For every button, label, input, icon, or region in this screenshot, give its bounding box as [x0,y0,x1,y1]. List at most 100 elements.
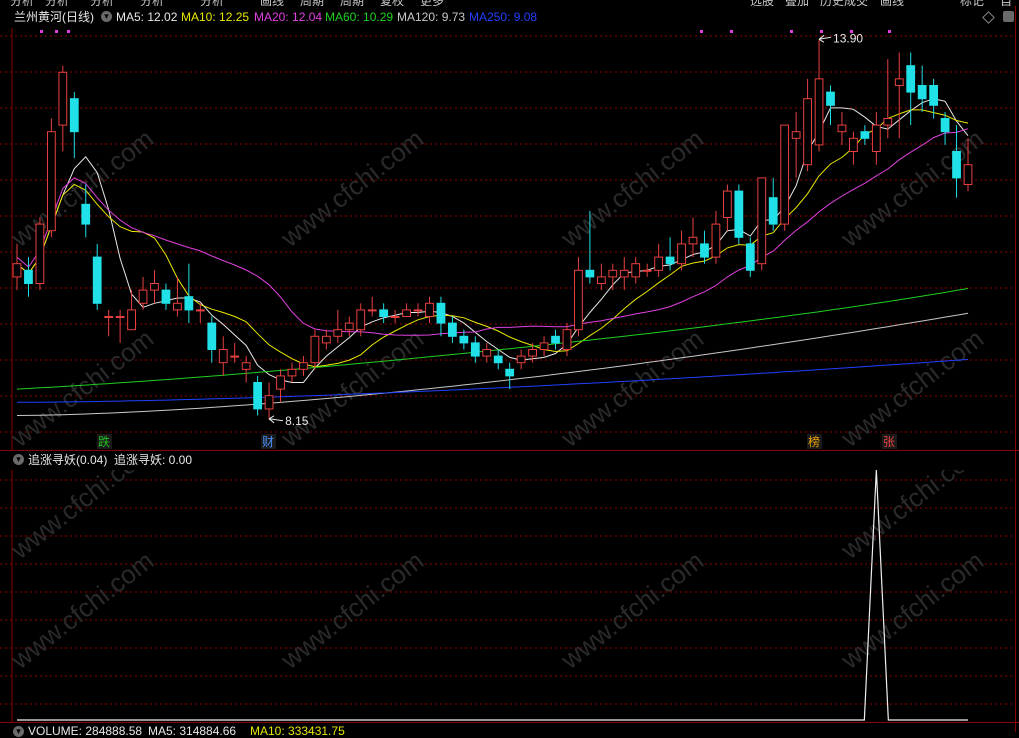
main-chart-header: 兰州黄河(日线) ▾ MA5: 12.02 MA10: 12.25 MA20: … [0,6,1019,28]
candle[interactable] [722,184,732,231]
event-flag[interactable]: 财 [262,435,274,449]
candle-body-down [379,309,389,317]
candle[interactable] [264,382,274,419]
candle[interactable] [757,177,767,271]
candle[interactable] [711,210,721,264]
candle[interactable] [310,329,320,370]
candle[interactable] [894,52,904,139]
ma5-label: MA5: 12.02 [116,10,178,24]
event-flag[interactable]: 榜 [808,434,820,449]
candle-body-up [104,316,114,318]
candle[interactable] [849,131,858,165]
candle[interactable] [12,243,22,291]
candle[interactable] [700,230,709,264]
candle-body-down [470,342,480,357]
candle[interactable] [241,356,251,383]
candle[interactable] [768,177,778,231]
candle[interactable] [470,336,480,363]
candle[interactable] [608,263,618,291]
candle[interactable] [104,309,114,337]
candle-body-up [871,124,881,152]
candle[interactable] [803,78,812,172]
candle[interactable] [493,349,503,370]
candle-body-up [963,164,973,185]
chevron-down-icon[interactable]: ▾ [13,454,24,465]
candle[interactable] [642,263,652,277]
candle[interactable] [379,303,389,324]
candle[interactable] [413,303,423,317]
candle[interactable] [35,217,45,291]
candle[interactable] [127,290,136,331]
candle-body-down [700,243,709,258]
candle[interactable] [516,349,526,370]
candle[interactable] [814,39,824,152]
candle[interactable] [906,52,916,126]
volume-ma10-label: MA10: 333431.75 [250,724,345,738]
candle[interactable] [631,257,641,284]
candle[interactable] [505,362,515,390]
candle-body-up [310,335,320,364]
candle[interactable] [482,342,492,363]
candle[interactable] [551,329,560,350]
candle[interactable] [253,375,263,416]
candle[interactable] [161,283,171,310]
candle[interactable] [688,217,698,258]
candle[interactable] [138,276,148,310]
watermark-text: www.cfchi.com [274,323,429,450]
candle-body-down [551,335,560,344]
candle[interactable] [539,336,549,357]
candle-body-up [264,395,274,410]
candlestick-chart[interactable]: www.cfchi.com www.cfchi.com www.cfchi.com w… [0,28,1015,450]
candle[interactable] [195,303,205,324]
candle[interactable] [207,316,217,363]
diamond-icon[interactable] [982,11,995,24]
candle[interactable] [596,263,606,291]
candle[interactable] [929,78,939,119]
candle[interactable] [871,111,881,165]
candle[interactable] [791,111,801,178]
candle[interactable] [574,257,583,337]
candle-body-down [505,368,515,377]
candle[interactable] [150,270,159,304]
candle-body-up [127,309,136,331]
candle[interactable] [619,257,629,291]
candle[interactable] [321,329,331,350]
candle[interactable] [436,296,446,337]
candle[interactable] [69,92,79,159]
candle-body-down [493,355,503,364]
low-arrow [268,415,284,424]
ma-line-ma5 [16,98,969,383]
signal-dot [790,30,793,33]
candle-body-up [321,335,331,344]
candle[interactable] [218,336,228,376]
candle[interactable] [734,184,744,244]
candle[interactable] [860,125,870,145]
stock-title: 兰州黄河(日线) [14,10,94,24]
candle-body-up [803,98,812,166]
candle[interactable] [780,124,790,231]
candle[interactable] [677,230,686,271]
candle[interactable] [402,303,411,317]
candle[interactable] [287,362,297,383]
candle[interactable] [92,243,102,310]
candle[interactable] [184,263,194,324]
chevron-down-icon[interactable]: ▾ [101,11,112,22]
candle[interactable] [425,296,434,324]
candle[interactable] [344,316,354,337]
candle[interactable] [390,309,400,324]
candle[interactable] [299,356,308,376]
event-flag[interactable]: 跌 [98,434,110,449]
candle[interactable] [837,111,847,145]
candle[interactable] [58,65,68,152]
event-flag[interactable]: 张 [883,435,895,449]
indicator-chart[interactable]: www.cfchi.com www.cfchi.com www.cfchi.com w… [0,470,1015,722]
candle[interactable] [46,118,56,238]
candle[interactable] [826,85,835,126]
candle[interactable] [654,243,664,277]
candle[interactable] [448,316,457,343]
candle[interactable] [367,296,377,317]
candle-body-down [436,302,446,324]
watermark-text: www.cfchi.com [554,123,709,253]
close-panel-icon[interactable] [1003,11,1014,22]
candle[interactable] [333,309,343,343]
